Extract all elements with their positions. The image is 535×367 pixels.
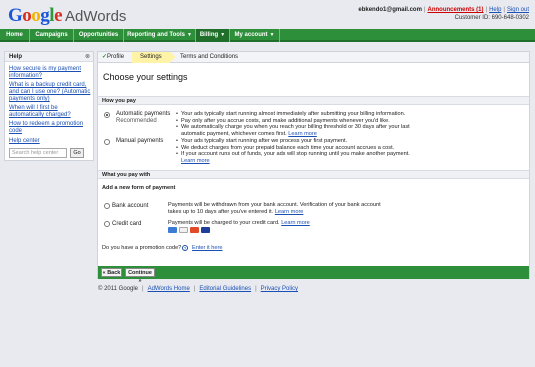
continue-button[interactable]: Continue » [125, 268, 155, 284]
back-button[interactable]: « Back [101, 268, 122, 277]
credit-learn-more-link[interactable]: Learn more [281, 220, 310, 226]
manual-payments-radio[interactable] [104, 139, 110, 145]
customer-id: Customer ID: 690-648-0302 [454, 15, 529, 21]
promo-code-link[interactable]: Enter it here [192, 245, 222, 252]
announcements-link[interactable]: Announcements (1) [427, 7, 483, 13]
credit-card-description: Payments will be charged to your credit … [168, 220, 393, 227]
chevron-down-icon: ▼ [186, 32, 192, 38]
footer: © 2011 Google | AdWords Home | Editorial Gui… [98, 286, 298, 292]
help-item-promotion-code[interactable]: How to redeem a promotion code [9, 121, 91, 135]
automatic-payments-radio[interactable] [104, 112, 110, 118]
help-link[interactable]: Help [489, 7, 501, 13]
setup-steps: ✓Profile Settings Terms and Conditions [98, 52, 529, 63]
credit-desc-text: Payments will be charged to your credit … [168, 220, 280, 226]
manual-bullet-text: If your account runs out of funds, your … [181, 151, 410, 157]
help-search-go-button[interactable]: Go [70, 148, 84, 158]
help-item-backup-card[interactable]: What is a backup credit card, and can I … [9, 82, 91, 103]
tab-home[interactable]: Home [0, 29, 30, 42]
sign-out-link[interactable]: Sign out [507, 7, 529, 13]
tab-my-account[interactable]: My account ▼ [230, 29, 280, 42]
automatic-payments-label[interactable]: Automatic payments [116, 111, 170, 117]
copyright: © 2011 Google [98, 286, 139, 292]
help-search-input[interactable]: Search help center [9, 148, 67, 158]
help-panel: Help ⊗ How secure is my payment informat… [4, 51, 94, 161]
google-adwords-logo[interactable]: Google AdWords [8, 5, 126, 27]
automatic-learn-more-link[interactable]: Learn more [288, 131, 317, 137]
main-nav: Home Campaigns Opportunities Reporting a… [0, 29, 535, 42]
bank-learn-more-link[interactable]: Learn more [275, 209, 304, 215]
step-profile[interactable]: ✓Profile [98, 52, 132, 63]
bank-account-description: Payments will be withdrawn from your ban… [168, 202, 393, 215]
help-item-first-charge[interactable]: When will I first be automatically charg… [9, 105, 91, 119]
chevron-down-icon: ▼ [269, 32, 275, 38]
billing-setup-panel: ✓Profile Settings Terms and Conditions C… [97, 51, 530, 284]
footer-editorial-guidelines-link[interactable]: Editorial Guidelines [199, 286, 251, 292]
tab-billing[interactable]: Billing ▼ [196, 29, 230, 42]
help-item-payment-security[interactable]: How secure is my payment information? [9, 66, 91, 80]
section-how-you-pay: How you pay [98, 96, 529, 105]
footer-adwords-home-link[interactable]: AdWords Home [148, 286, 190, 292]
help-panel-header: Help ⊗ [5, 52, 93, 62]
tab-campaigns[interactable]: Campaigns [30, 29, 74, 42]
credit-card-radio[interactable] [104, 221, 110, 227]
manual-payments-label[interactable]: Manual payments [116, 138, 163, 144]
tab-opportunities[interactable]: Opportunities [74, 29, 124, 42]
tab-billing-label: Billing [199, 32, 219, 38]
add-new-payment-heading: Add a new form of payment [102, 185, 176, 191]
logo-google: Google [8, 5, 62, 26]
tab-reporting-and-tools[interactable]: Reporting and Tools ▼ [124, 29, 196, 42]
step-terms: Terms and Conditions [180, 54, 239, 60]
chevron-down-icon: ▼ [220, 32, 226, 38]
account-email: ebkendo1@gmail.com [358, 7, 422, 13]
list-item: If your account runs out of funds, your … [176, 151, 416, 164]
bank-account-radio[interactable] [104, 203, 110, 209]
help-panel-title: Help [9, 54, 23, 60]
automatic-payments-details: Your ads typically start running almost … [176, 111, 416, 137]
tab-my-account-label: My account [234, 32, 268, 38]
help-center-link[interactable]: Help center [9, 138, 40, 144]
automatic-payments-recommended: Recommended [116, 118, 157, 124]
action-bar: « Back Continue » [98, 266, 529, 284]
list-item: We automatically charge you when you rea… [176, 124, 416, 137]
manual-payments-details: Your ads typically start running after w… [176, 138, 416, 164]
visa-icon [201, 227, 210, 233]
help-icon[interactable]: ? [182, 245, 188, 251]
bank-account-label[interactable]: Bank account [112, 203, 148, 209]
card-logos [168, 227, 213, 233]
discover-icon [179, 227, 188, 233]
promo-code-question: Do you have a promotion code? [102, 245, 182, 251]
section-what-you-pay-with: What you pay with [98, 170, 529, 179]
step-settings: Settings [132, 52, 176, 63]
account-links: ebkendo1@gmail.com | Announcements (1) | Hel… [358, 7, 529, 13]
footer-privacy-policy-link[interactable]: Privacy Policy [261, 286, 298, 292]
step-profile-label: Profile [107, 54, 125, 60]
logo-adwords: AdWords [65, 8, 127, 25]
mastercard-icon [190, 227, 199, 233]
close-icon[interactable]: ⊗ [85, 53, 90, 60]
credit-card-label[interactable]: Credit card [112, 221, 141, 227]
page-title: Choose your settings [103, 72, 188, 82]
amex-icon [168, 227, 177, 233]
tab-reporting-label: Reporting and Tools [127, 32, 185, 38]
manual-learn-more-link[interactable]: Learn more [181, 158, 210, 164]
